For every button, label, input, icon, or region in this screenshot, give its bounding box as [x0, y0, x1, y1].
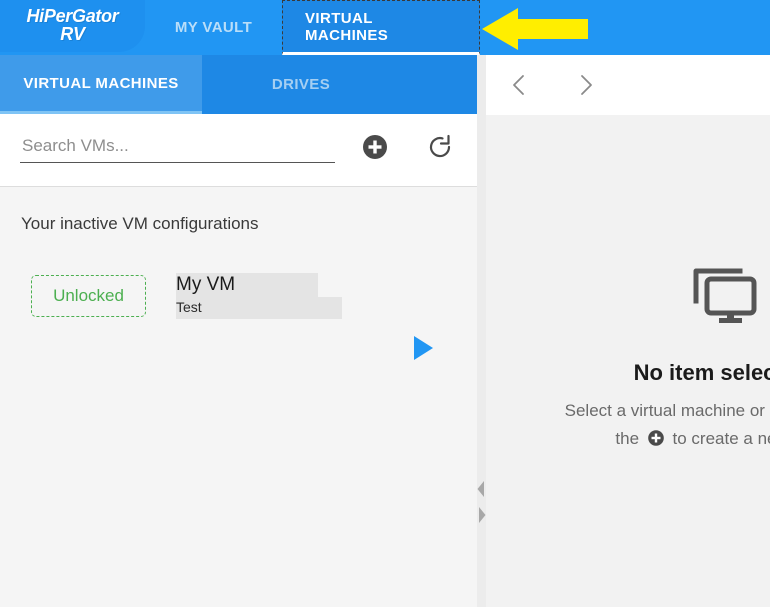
search-toolbar	[0, 114, 477, 187]
app-logo-line2: RV	[60, 24, 85, 44]
status-badge: Unlocked	[31, 275, 146, 317]
tab-virtual-machines-label: VIRTUAL MACHINES	[305, 9, 389, 44]
empty-state: No item selected Select a virtual machin…	[486, 115, 770, 607]
panel-splitter[interactable]	[477, 55, 486, 607]
triangle-left-icon	[477, 481, 484, 497]
plus-circle-icon[interactable]	[360, 132, 390, 162]
subtab-virtual-machines-label: VIRTUAL MACHINES	[23, 74, 179, 92]
subtab-drives[interactable]: DRIVES	[202, 55, 400, 114]
application-window: HiPerGator RV MY VAULT VIRTUAL MACHINES …	[0, 0, 770, 607]
inline-plus-circle-icon	[647, 430, 664, 446]
empty-state-description: Select a virtual machine or drive, or pr…	[486, 397, 770, 453]
main-tab-bar: MY VAULT VIRTUAL MACHINES	[145, 0, 480, 55]
tab-my-vault-label: MY VAULT	[174, 19, 253, 36]
vm-list-item[interactable]: Unlocked My VM Test	[0, 262, 477, 330]
empty-desc-line1: Select a virtual machine or drive, or pr…	[564, 401, 770, 420]
chevron-left-icon[interactable]	[506, 71, 534, 99]
empty-desc-line2-before: the	[615, 429, 640, 449]
subtab-virtual-machines[interactable]: VIRTUAL MACHINES	[0, 55, 202, 114]
triangle-right-icon	[479, 507, 486, 523]
section-title: Your inactive VM configurations	[21, 214, 259, 233]
refresh-icon[interactable]	[425, 132, 455, 162]
vm-description: Test	[176, 297, 342, 319]
app-logo-text: HiPerGator RV	[26, 8, 118, 43]
play-icon[interactable]	[411, 335, 435, 361]
subtab-drives-label: DRIVES	[271, 76, 331, 93]
left-panel: VIRTUAL MACHINES DRIVES Your inactive VM…	[0, 55, 477, 607]
right-panel: No item selected Select a virtual machin…	[486, 55, 770, 607]
vm-meta: My VM Test	[176, 273, 346, 319]
vm-name: My VM	[176, 273, 318, 298]
devices-monitor-icon	[693, 268, 757, 323]
app-logo[interactable]: HiPerGator RV	[0, 0, 145, 52]
tab-my-vault[interactable]: MY VAULT	[145, 0, 282, 55]
top-header: HiPerGator RV MY VAULT VIRTUAL MACHINES	[0, 0, 770, 55]
detail-toolbar	[486, 55, 770, 115]
chevron-right-icon[interactable]	[571, 71, 599, 99]
search-input[interactable]	[20, 133, 335, 163]
empty-state-title: No item selected	[633, 360, 770, 385]
splitter-handle-icons[interactable]	[477, 473, 486, 533]
tab-virtual-machines[interactable]: VIRTUAL MACHINES	[282, 0, 480, 55]
sub-tab-bar: VIRTUAL MACHINES DRIVES	[0, 55, 477, 114]
empty-desc-line2-after: to create a new one.	[672, 429, 770, 449]
